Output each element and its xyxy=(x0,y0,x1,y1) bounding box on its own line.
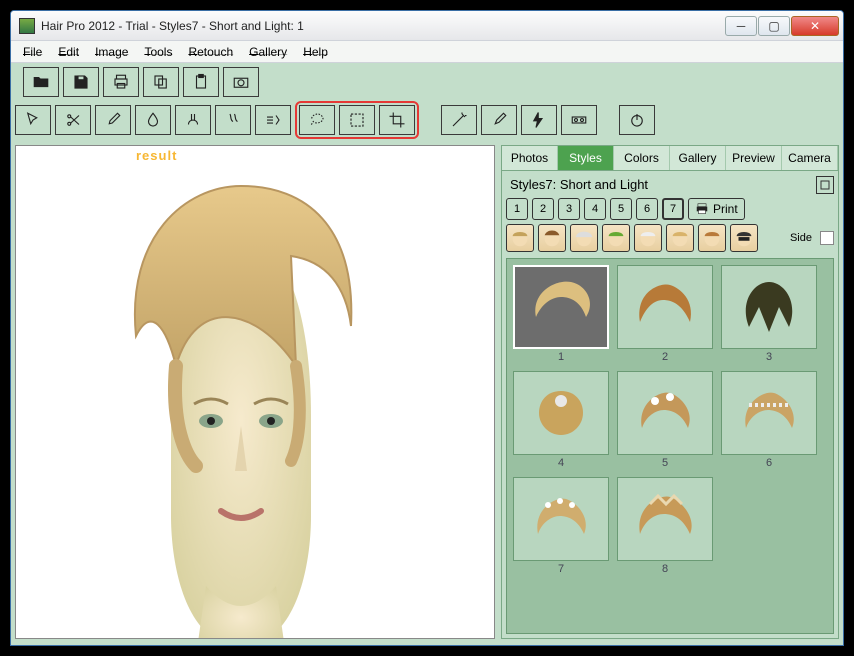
eyedropper-tool[interactable] xyxy=(95,105,131,135)
hair-thumb-8[interactable] xyxy=(617,477,713,561)
wand-tool[interactable] xyxy=(441,105,477,135)
hair-label-1: 1 xyxy=(558,351,564,363)
page-5[interactable]: 5 xyxy=(610,198,632,220)
brand-watermark: result xyxy=(136,148,177,163)
canvas[interactable]: result xyxy=(15,145,495,639)
hair-label-8: 8 xyxy=(662,563,668,575)
menubar: File Edit Image Tools Retouch Gallery He… xyxy=(11,41,843,63)
page-2[interactable]: 2 xyxy=(532,198,554,220)
face-preset-2[interactable] xyxy=(538,224,566,252)
collapse-button[interactable] xyxy=(816,176,834,194)
app-icon xyxy=(19,18,35,34)
page-3[interactable]: 3 xyxy=(558,198,580,220)
cut-tool[interactable] xyxy=(255,105,291,135)
minimize-button[interactable]: ─ xyxy=(725,16,757,36)
hair-thumb-2[interactable] xyxy=(617,265,713,349)
crop-tool[interactable] xyxy=(379,105,415,135)
hair-label-4: 4 xyxy=(558,457,564,469)
face-preset-1[interactable] xyxy=(506,224,534,252)
tab-colors[interactable]: Colors xyxy=(614,146,670,170)
printer-icon xyxy=(695,202,709,216)
tabs: Photos Styles Colors Gallery Preview Cam… xyxy=(502,146,838,171)
page-row: 1 2 3 4 5 6 7 Print xyxy=(506,198,834,220)
tape-tool[interactable] xyxy=(561,105,597,135)
page-1[interactable]: 1 xyxy=(506,198,528,220)
face-preset-6[interactable] xyxy=(666,224,694,252)
tab-camera[interactable]: Camera xyxy=(782,146,838,170)
menu-gallery[interactable]: Gallery xyxy=(243,43,293,61)
hair-grid: 1 2 3 4 5 6 7 8 xyxy=(506,258,834,634)
tab-preview[interactable]: Preview xyxy=(726,146,782,170)
hair-thumb-6[interactable] xyxy=(721,371,817,455)
window-title: Hair Pro 2012 - Trial - Styles7 - Short … xyxy=(41,19,725,33)
face-preset-7[interactable] xyxy=(698,224,726,252)
face-preset-3[interactable] xyxy=(570,224,598,252)
hair-label-2: 2 xyxy=(662,351,668,363)
hair-thumb-7[interactable] xyxy=(513,477,609,561)
paste-button[interactable] xyxy=(183,67,219,97)
toolbar-tools xyxy=(15,101,839,139)
brush-tool[interactable] xyxy=(481,105,517,135)
marquee-tool[interactable] xyxy=(339,105,375,135)
print-styles-button[interactable]: Print xyxy=(688,198,745,220)
hair-label-6: 6 xyxy=(766,457,772,469)
face-preset-row: Side xyxy=(506,224,834,252)
face-preset-5[interactable] xyxy=(634,224,662,252)
hair-thumb-1[interactable] xyxy=(513,265,609,349)
photo-preview xyxy=(76,166,406,639)
face-preset-8[interactable] xyxy=(730,224,758,252)
flash-tool[interactable] xyxy=(521,105,557,135)
menu-tools[interactable]: Tools xyxy=(138,43,178,61)
menu-retouch[interactable]: Retouch xyxy=(182,43,239,61)
selection-tools-highlight xyxy=(295,101,419,139)
hair-label-7: 7 xyxy=(558,563,564,575)
page-4[interactable]: 4 xyxy=(584,198,606,220)
side-checkbox[interactable] xyxy=(820,231,834,245)
menu-image[interactable]: Image xyxy=(89,43,134,61)
power-button[interactable] xyxy=(619,105,655,135)
titlebar: Hair Pro 2012 - Trial - Styles7 - Short … xyxy=(11,11,843,41)
maximize-button[interactable]: ▢ xyxy=(758,16,790,36)
open-button[interactable] xyxy=(23,67,59,97)
styles-panel: Styles7: Short and Light 1 2 3 4 5 6 7 xyxy=(502,171,838,638)
smudge-tool[interactable] xyxy=(175,105,211,135)
page-6[interactable]: 6 xyxy=(636,198,658,220)
hair-thumb-5[interactable] xyxy=(617,371,713,455)
window-controls: ─ ▢ ✕ xyxy=(725,16,839,36)
tab-styles[interactable]: Styles xyxy=(558,146,614,170)
toolbar-file xyxy=(15,67,839,97)
styles-title: Styles7: Short and Light xyxy=(506,175,816,194)
menu-help[interactable]: Help xyxy=(297,43,334,61)
hair-thumb-3[interactable] xyxy=(721,265,817,349)
print-button[interactable] xyxy=(103,67,139,97)
close-button[interactable]: ✕ xyxy=(791,16,839,36)
scissors-tool[interactable] xyxy=(55,105,91,135)
side-panel: Photos Styles Colors Gallery Preview Cam… xyxy=(501,145,839,639)
save-button[interactable] xyxy=(63,67,99,97)
tab-gallery[interactable]: Gallery xyxy=(670,146,726,170)
hair-thumb-4[interactable] xyxy=(513,371,609,455)
face-preset-4[interactable] xyxy=(602,224,630,252)
tab-photos[interactable]: Photos xyxy=(502,146,558,170)
page-7[interactable]: 7 xyxy=(662,198,684,220)
pointer-tool[interactable] xyxy=(15,105,51,135)
camera-button[interactable] xyxy=(223,67,259,97)
menu-edit[interactable]: Edit xyxy=(52,43,85,61)
menu-file[interactable]: File xyxy=(17,43,48,61)
hair-label-5: 5 xyxy=(662,457,668,469)
copy-button[interactable] xyxy=(143,67,179,97)
hair-label-3: 3 xyxy=(766,351,772,363)
workspace: result xyxy=(11,63,843,645)
app-window: Hair Pro 2012 - Trial - Styles7 - Short … xyxy=(10,10,844,646)
lasso-tool[interactable] xyxy=(299,105,335,135)
side-label: Side xyxy=(790,232,812,244)
clone-tool[interactable] xyxy=(215,105,251,135)
main-area: result xyxy=(15,145,839,639)
blur-tool[interactable] xyxy=(135,105,171,135)
